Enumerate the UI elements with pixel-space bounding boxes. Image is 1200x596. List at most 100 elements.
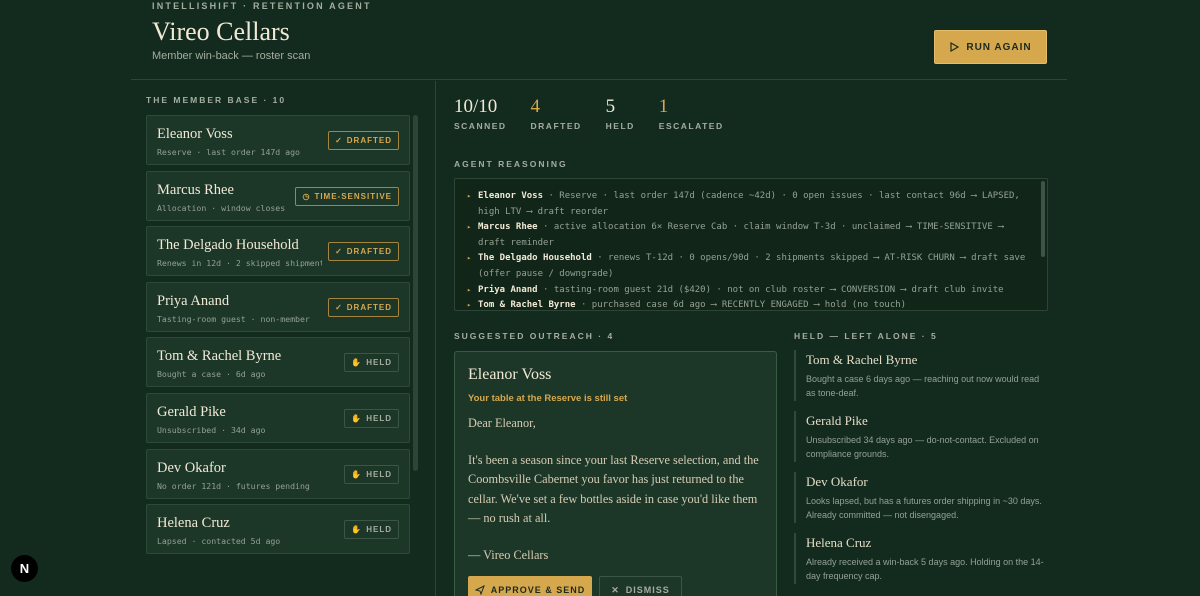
held-note: Unsubscribed 34 days ago — do-not-contac… (806, 435, 1039, 459)
hand-icon: ✋ (351, 525, 363, 535)
badge-label: DRAFTED (346, 136, 392, 145)
reasoning-line: ▸ Eleanor Voss · Reserve · last order 147… (467, 189, 1033, 220)
badge-label: DRAFTED (346, 247, 392, 257)
page-subtitle: Member win-back — roster scan (152, 50, 311, 62)
stat-drafted: 4 DRAFTED (531, 96, 582, 131)
member-name: Helena Cruz (157, 515, 230, 532)
close-icon: ✕ (611, 584, 620, 595)
held-item: Tom & Rachel Byrne Bought a case 6 days … (794, 350, 1049, 401)
member-meta: Unsubscribed · 34d ago (157, 424, 266, 435)
member-item-dev-okafor[interactable]: Dev Okafor No order 121d · futures pendi… (146, 448, 410, 499)
dev-tools-badge[interactable]: N (11, 555, 38, 582)
member-item-marcus-rhee[interactable]: Marcus Rhee Allocation · window closes 3… (146, 170, 410, 221)
page-header: INTELLISHIFT · RETENTION AGENT Vireo Cel… (131, 0, 1067, 80)
badge-label: HELD (366, 469, 392, 479)
play-icon (950, 42, 960, 52)
badge-label: DRAFTED (346, 302, 392, 312)
held-item: Dev Okafor Looks lapsed, but has a futur… (794, 472, 1049, 523)
check-icon: ✓ (335, 302, 343, 312)
check-icon: ✓ (335, 136, 343, 145)
badge-label: HELD (366, 413, 392, 423)
member-meta: Tasting-room guest · non-member (157, 313, 310, 324)
outreach-recipient: Eleanor Voss (468, 366, 552, 383)
approve-send-button[interactable]: APPROVE & SEND (468, 576, 592, 596)
reasoning-line: ▸ Tom & Rachel Byrne · purchased case 6d … (467, 298, 1033, 311)
outreach-signoff: — Vireo Cellars (468, 548, 549, 563)
member-name: Eleanor Voss (157, 126, 233, 142)
held-name: Gerald Pike (806, 413, 868, 428)
run-again-label: RUN AGAIN (966, 41, 1032, 53)
member-list-scrollbar[interactable] (413, 115, 418, 471)
badge-label: HELD (366, 525, 392, 535)
outreach-body: Dear Eleanor, It's been a season since y… (468, 414, 768, 575)
stat-label: SCANNED (454, 121, 507, 131)
reasoning-member: Marcus Rhee (478, 222, 538, 233)
held-name: Dev Okafor (806, 474, 868, 489)
stat-label: ESCALATED (658, 121, 724, 131)
status-badge: ✋ HELD (344, 353, 399, 373)
member-name: Priya Anand (157, 292, 230, 309)
status-badge: ✋ HELD (344, 408, 399, 428)
held-item: Helena Cruz Already received a win-back … (794, 533, 1049, 584)
member-item-tom-rachel-byrne[interactable]: Tom & Rachel Byrne Bought a case · 6d ag… (146, 337, 410, 388)
stat-value: 5 (605, 96, 616, 117)
column-divider (435, 81, 436, 596)
status-badge: ✓ DRAFTED (328, 131, 399, 150)
dismiss-button[interactable]: ✕ DISMISS (599, 576, 682, 596)
member-item-priya-anand[interactable]: Priya Anand Tasting-room guest · non-mem… (146, 281, 410, 332)
run-again-button[interactable]: RUN AGAIN (934, 30, 1047, 64)
reasoning-member: Eleanor Voss (478, 191, 544, 201)
app-eyebrow: INTELLISHIFT · RETENTION AGENT (152, 1, 372, 11)
member-item-gerald-pike[interactable]: Gerald Pike Unsubscribed · 34d ago ✋ HELD (146, 392, 410, 443)
status-badge: ◷ TIME-SENSITIVE (295, 186, 399, 206)
stat-value: 10/10 (454, 96, 498, 117)
held-item: Gerald Pike Unsubscribed 34 days ago — d… (794, 411, 1049, 462)
member-list: Eleanor Voss Reserve · last order 147d a… (146, 115, 410, 560)
outreach-label: SUGGESTED OUTREACH · 4 (454, 331, 615, 341)
dismiss-label: DISMISS (625, 585, 670, 595)
approve-label: APPROVE & SEND (490, 585, 586, 595)
member-item-eleanor-voss[interactable]: Eleanor Voss Reserve · last order 147d a… (146, 115, 410, 165)
member-name: Tom & Rachel Byrne (157, 348, 282, 365)
member-name: Marcus Rhee (157, 181, 234, 198)
member-item-delgado-household[interactable]: The Delgado Household Renews in 12d · 2 … (146, 226, 410, 277)
outreach-message: It's been a season since your last Reser… (468, 453, 759, 525)
reasoning-line: ▸ Marcus Rhee · active allocation 6× Rese… (467, 220, 1033, 251)
member-meta: Allocation · window closes 3d (157, 202, 285, 213)
outreach-greeting: Dear Eleanor, (468, 416, 536, 430)
outreach-subject: Your table at the Reserve is still set (468, 393, 628, 404)
stat-value: 1 (658, 96, 669, 117)
member-name: Gerald Pike (157, 403, 226, 420)
reasoning-member: The Delgado Household (478, 253, 592, 264)
reasoning-text: · tasting-room guest 21d ($420) · not on… (537, 284, 1004, 295)
member-meta: Lapsed · contacted 5d ago (157, 536, 281, 547)
held-note: Looks lapsed, but has a futures order sh… (806, 496, 1042, 520)
member-item-helena-cruz[interactable]: Helena Cruz Lapsed · contacted 5d ago ✋ H… (146, 504, 410, 555)
reasoning-label: AGENT REASONING (454, 159, 568, 169)
reasoning-log[interactable]: ▸ Eleanor Voss · Reserve · last order 147… (454, 178, 1048, 311)
reasoning-member: Priya Anand (478, 284, 538, 295)
check-icon: ✓ (335, 247, 343, 257)
member-name: Dev Okafor (157, 459, 226, 476)
reasoning-text: · active allocation 6× Reserve Cab · cla… (478, 222, 1004, 248)
page-title: Vireo Cellars (152, 17, 290, 46)
bullet-icon: ▸ (467, 285, 472, 294)
bullet-icon: ▸ (467, 301, 472, 310)
reasoning-line: ▸ The Delgado Household · renews T-12d · … (467, 251, 1033, 282)
stat-scanned: 10/10 SCANNED (454, 96, 507, 131)
held-note: Bought a case 6 days ago — reaching out … (806, 374, 1040, 398)
badge-label: TIME-SENSITIVE (314, 191, 392, 201)
member-meta: Reserve · last order 147d ago (157, 147, 300, 157)
status-badge: ✓ DRAFTED (328, 242, 399, 262)
reasoning-text: · purchased case 6d ago ⟶ RECENTLY ENGAG… (575, 300, 907, 311)
reasoning-text: · Reserve · last order 147d (cadence ~42… (478, 191, 1020, 217)
stat-label: HELD (605, 121, 635, 131)
badge-label: HELD (366, 358, 392, 368)
clock-icon: ◷ (302, 191, 311, 201)
hand-icon: ✋ (351, 358, 363, 368)
reasoning-line: ▸ Priya Anand · tasting-room guest 21d ($… (467, 283, 1033, 299)
member-base-label: THE MEMBER BASE · 10 (146, 95, 287, 105)
reasoning-scrollbar[interactable] (1041, 181, 1045, 257)
member-name: The Delgado Household (157, 237, 299, 254)
stats-row: 10/10 SCANNED 4 DRAFTED 5 HELD 1 ESCALAT… (454, 96, 748, 131)
